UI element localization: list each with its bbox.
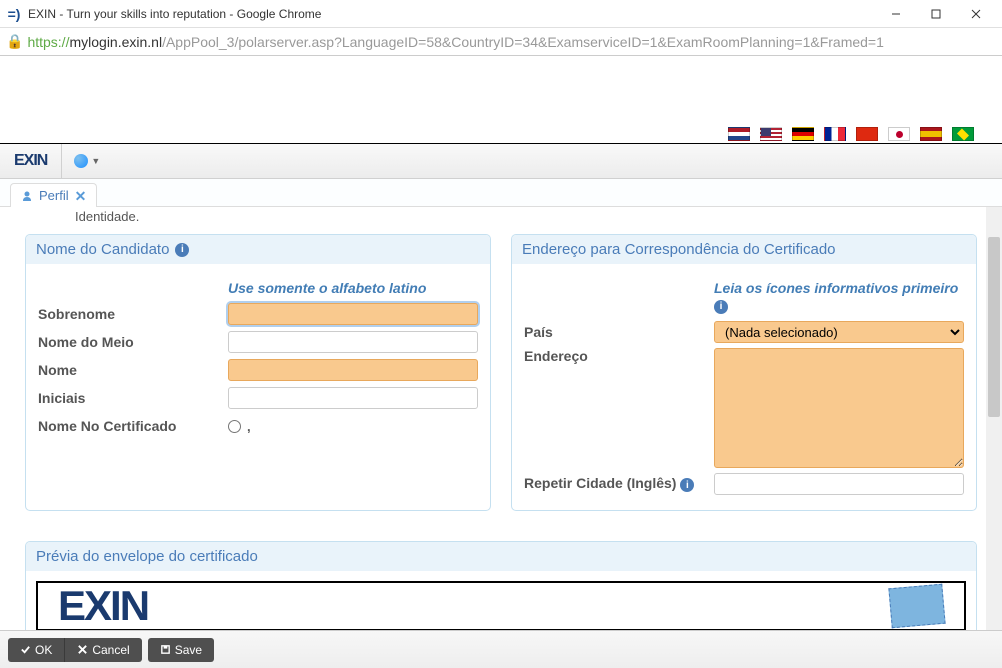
info-icon[interactable]: i [680, 478, 694, 492]
header-strip [0, 56, 1002, 144]
candidate-panel-header: Nome do Candidato i [26, 235, 490, 264]
middle-name-label: Nome do Meio [38, 334, 228, 350]
flag-cn[interactable] [856, 127, 878, 141]
lock-icon: 🔒 [6, 33, 23, 50]
country-select[interactable]: (Nada selecionado) [714, 321, 964, 343]
language-dropdown[interactable]: ▼ [62, 144, 112, 178]
info-icon[interactable]: i [714, 300, 728, 314]
flag-jp[interactable] [888, 127, 910, 141]
scrollbar[interactable] [986, 207, 1002, 630]
check-icon [20, 644, 31, 655]
address-panel-title: Endereço para Correspondência do Certifi… [522, 241, 836, 258]
user-icon [21, 190, 33, 202]
window-titlebar: =) EXIN - Turn your skills into reputati… [0, 0, 1002, 28]
flag-fr[interactable] [824, 127, 846, 141]
scrollbar-thumb[interactable] [988, 237, 1000, 417]
repeat-city-label: Repetir Cidade (Inglês) i [524, 475, 714, 493]
tab-close-icon[interactable]: ✕ [75, 189, 87, 203]
url-path: /AppPool_3/polarserver.asp?LanguageID=58… [162, 34, 884, 50]
candidate-panel: Nome do Candidato i Use somente o alfabe… [25, 234, 491, 511]
address-panel-header: Endereço para Correspondência do Certifi… [512, 235, 976, 264]
repeat-city-input[interactable] [714, 473, 964, 495]
window-title: EXIN - Turn your skills into reputation … [28, 7, 876, 21]
bottom-bar: OK Cancel Save [0, 630, 1002, 668]
flag-us[interactable] [760, 127, 782, 141]
ok-button[interactable]: OK [8, 638, 64, 662]
main-content: Identidade. Nome do Candidato i Use some… [0, 207, 1002, 668]
stamp-icon [888, 583, 945, 628]
globe-icon [74, 154, 88, 168]
maximize-button[interactable] [916, 2, 956, 26]
url-host: mylogin.exin.nl [69, 34, 162, 50]
info-icon[interactable]: i [175, 243, 189, 257]
address-panel: Endereço para Correspondência do Certifi… [511, 234, 977, 511]
cert-name-radio[interactable] [228, 420, 241, 433]
first-name-input[interactable] [228, 359, 478, 381]
middle-name-input[interactable] [228, 331, 478, 353]
comma-text: , [247, 419, 251, 434]
address-label: Endereço [524, 348, 714, 364]
envelope-preview: EXIN [36, 581, 966, 631]
brand-logo: EXIN [0, 144, 62, 178]
initials-label: Iniciais [38, 390, 228, 406]
address-bar[interactable]: 🔒 https://mylogin.exin.nl/AppPool_3/pola… [0, 28, 1002, 56]
surname-label: Sobrenome [38, 306, 228, 322]
candidate-panel-title: Nome do Candidato [36, 241, 169, 258]
save-button[interactable]: Save [148, 638, 214, 662]
first-name-label: Nome [38, 362, 228, 378]
cancel-button[interactable]: Cancel [64, 638, 141, 662]
address-hint: Leia os ícones informativos primeiro i [714, 280, 964, 314]
tab-perfil[interactable]: Perfil ✕ [10, 183, 97, 207]
surname-input[interactable] [228, 303, 478, 325]
flag-es[interactable] [920, 127, 942, 141]
tab-label: Perfil [39, 188, 69, 203]
cert-name-label: Nome No Certificado [38, 418, 228, 434]
flag-br[interactable] [952, 127, 974, 141]
toolbar: EXIN ▼ [0, 144, 1002, 179]
envelope-panel: Prévia do envelope do certificado EXIN [25, 541, 977, 642]
address-textarea[interactable] [714, 348, 964, 468]
initials-input[interactable] [228, 387, 478, 409]
tab-strip: Perfil ✕ [0, 179, 1002, 207]
save-icon [160, 644, 171, 655]
chevron-down-icon: ▼ [91, 156, 100, 166]
language-flags [728, 127, 974, 141]
ok-cancel-group: OK Cancel [8, 638, 142, 662]
url-protocol: https:// [27, 34, 69, 50]
identity-text: Identidade. [25, 207, 977, 226]
minimize-button[interactable] [876, 2, 916, 26]
close-icon [77, 644, 88, 655]
envelope-panel-title: Prévia do envelope do certificado [36, 548, 258, 565]
candidate-hint: Use somente o alfabeto latino [228, 280, 478, 296]
envelope-panel-header: Prévia do envelope do certificado [26, 542, 976, 571]
envelope-logo: EXIN [58, 582, 148, 630]
close-window-button[interactable] [956, 2, 996, 26]
country-label: País [524, 324, 714, 340]
flag-de[interactable] [792, 127, 814, 141]
app-favicon: =) [6, 6, 22, 22]
flag-nl[interactable] [728, 127, 750, 141]
